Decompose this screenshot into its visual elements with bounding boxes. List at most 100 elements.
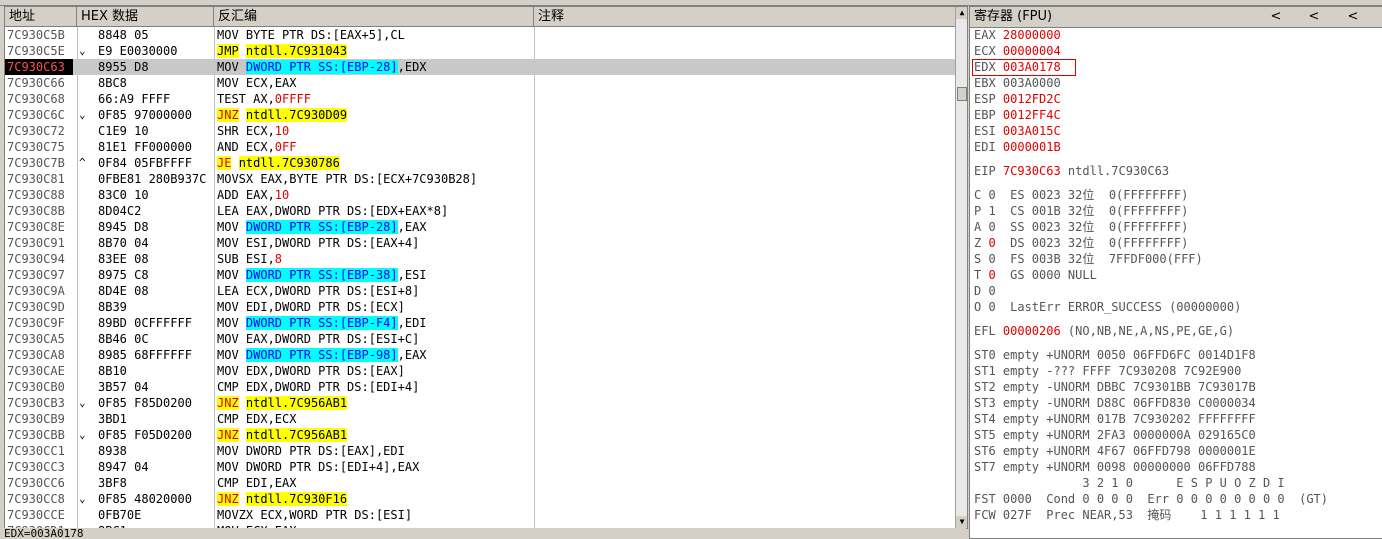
nav-left-icon[interactable]: < [1344,7,1362,27]
disasm-row[interactable]: 7C930C5E ⌄ E9 E0030000 JMP ntdll.7C931043 [5,43,955,59]
fpu-register[interactable]: ST1 empty -??? FFFF 7C930208 7C92E900 [974,363,1241,379]
segment-info: LastErr ERROR_SUCCESS (00000000) [995,300,1242,314]
fpu-status-word[interactable]: FST 0000 Cond 0 0 0 0 Err 0 0 0 0 0 0 0 … [974,491,1328,507]
instruction-text: MOV BYTE PTR DS:[EAX+5],CL [217,28,405,42]
disasm-row[interactable]: 7C930CA5 8B46 0C MOV EAX,DWORD PTR DS:[ESI… [5,331,955,347]
disasm-row[interactable]: 7C930C7B ^ 0F84 05FBFFFF JE ntdll.7C930786 [5,155,955,171]
register-ebx[interactable]: EBX 003A0000 [974,75,1061,91]
disasm-row[interactable]: 7C930C5B 8848 05 MOV BYTE PTR DS:[EAX+5],C… [5,27,955,43]
column-header-address[interactable]: 地址 [5,7,77,27]
efl-flags: (NO,NB,NE,A,NS,PE,GE,G) [1060,324,1235,338]
row-hex-bytes: 3BD1 [98,412,127,426]
instruction-text: ,EAX [397,348,427,362]
register-eip[interactable]: EIP 7C930C63 ntdll.7C930C63 [974,163,1169,179]
disasm-row[interactable]: 7C930C9D 8B39 MOV EDI,DWORD PTR DS:[ECX] [5,299,955,315]
row-address: 7C930C7B [7,156,65,170]
row-address: 7C930CC8 [7,492,65,506]
disasm-row[interactable]: 7C930C81 0FBE81 280B937C MOVSX EAX,BYTE PT… [5,171,955,187]
register-edx[interactable]: EDX 003A0178 [972,59,1076,76]
disasm-row[interactable]: 7C930CB9 3BD1 CMP EDX,ECX [5,411,955,427]
disasm-row[interactable]: 7C930C8B 8D04C2 LEA EAX,DWORD PTR DS:[EDX+… [5,203,955,219]
registers-pane[interactable]: 寄存器 (FPU) < < < EAX 28000000 ECX 00000004… [969,6,1382,539]
disasm-row[interactable]: 7C930C72 C1E9 10 SHR ECX,10 [5,123,955,139]
disasm-row[interactable]: 7C930CC6 3BF8 CMP EDI,EAX [5,475,955,491]
immediate-value: 10 [274,188,290,202]
flag-row[interactable]: A 0 SS 0023 32位 0(FFFFFFFF) [974,219,1188,235]
immediate-value: 8 [274,252,283,266]
register-ecx[interactable]: ECX 00000004 [974,43,1061,59]
disasm-row[interactable]: 7C930CC8 ⌄ 0F85 48020000 JNZ ntdll.7C930F16 [5,491,955,507]
scroll-down-icon[interactable]: ▼ [956,516,967,528]
disasm-row[interactable]: 7C930C8E 8945 D8 MOV DWORD PTR SS:[EBP-28]… [5,219,955,235]
disasm-row[interactable]: 7C930C9A 8D4E 08 LEA ECX,DWORD PTR DS:[ESI… [5,283,955,299]
column-header-hex[interactable]: HEX 数据 [77,7,214,27]
row-instruction: MOV ECX,EAX [217,75,296,91]
register-efl[interactable]: EFL 00000206 (NO,NB,NE,A,NS,PE,GE,G) [974,323,1234,339]
fpu-register[interactable]: ST7 empty +UNORM 0098 00000000 06FFD788 [974,459,1256,475]
row-instruction: MOV DWORD PTR SS:[EBP-98],EAX [217,347,427,363]
row-instruction: MOV EDX,DWORD PTR DS:[EAX] [217,363,405,379]
fpu-text: ST4 empty +UNORM 017B 7C930202 FFFFFFFF [974,412,1256,426]
flag-row[interactable]: Z 0 DS 0023 32位 0(FFFFFFFF) [974,235,1188,251]
jump-opcode: JNZ [217,396,239,410]
register-ebp[interactable]: EBP 0012FF4C [974,107,1061,123]
fpu-text: FCW 027F Prec NEAR,53 掩码 1 1 1 1 1 1 [974,508,1280,522]
eip-symbol: ntdll.7C930C63 [1060,164,1170,178]
fpu-control-word[interactable]: FCW 027F Prec NEAR,53 掩码 1 1 1 1 1 1 [974,507,1280,523]
fpu-register[interactable]: ST4 empty +UNORM 017B 7C930202 FFFFFFFF [974,411,1256,427]
row-hex-bytes: 3B57 04 [98,380,149,394]
disasm-row[interactable]: 7C930C9F 89BD 0CFFFFFF MOV DWORD PTR SS:[E… [5,315,955,331]
row-hex-bytes: 8B39 [98,300,127,314]
disasm-row[interactable]: 7C930C6C ⌄ 0F85 97000000 JNZ ntdll.7C930D09 [5,107,955,123]
flag-row[interactable]: T 0 GS 0000 NULL [974,267,1097,283]
disasm-row[interactable]: 7C930C91 8B70 04 MOV ESI,DWORD PTR DS:[EAX… [5,235,955,251]
nav-left-icon[interactable]: < [1305,7,1323,27]
row-hex-bytes: 8955 D8 [98,60,149,74]
disasm-row[interactable]: 7C930CB0 3B57 04 CMP EDX,DWORD PTR DS:[EDI… [5,379,955,395]
disasm-row[interactable]: 7C930C68 66:A9 FFFF TEST AX,0FFFF [5,91,955,107]
instruction-text: SHR ECX, [217,124,275,138]
register-edi[interactable]: EDI 0000001B [974,139,1061,155]
instruction-text: MOV DWORD PTR DS:[EDI+4],EAX [217,460,420,474]
flag-row[interactable]: O 0 LastErr ERROR_SUCCESS (00000000) [974,299,1241,315]
instruction-text [239,44,246,58]
disasm-row[interactable]: 7C930CC1 8938 MOV DWORD PTR DS:[EAX],EDI [5,443,955,459]
disasm-row[interactable]: 7C930CCE 0FB70E MOVZX ECX,WORD PTR DS:[ESI… [5,507,955,523]
vertical-scrollbar[interactable]: ▲ ▼ [955,7,967,528]
row-hex-bytes: C1E9 10 [98,124,149,138]
fpu-register[interactable]: ST0 empty +UNORM 0050 06FFD6FC 0014D1F8 [974,347,1256,363]
disasm-row[interactable]: 7C930CBB ⌄ 0F85 F05D0200 JNZ ntdll.7C956AB1 [5,427,955,443]
disasm-row[interactable]: 7C930C66 8BC8 MOV ECX,EAX [5,75,955,91]
column-header-comment[interactable]: 注释 [534,7,956,27]
fpu-register[interactable]: ST2 empty -UNORM DBBC 7C9301BB 7C93017B [974,379,1256,395]
disasm-row[interactable]: 7C930C88 83C0 10 ADD EAX,10 [5,187,955,203]
disasm-row[interactable]: 7C930C97 8975 C8 MOV DWORD PTR SS:[EBP-38]… [5,267,955,283]
disassembly-pane[interactable]: 地址 HEX 数据 反汇编 注释 7C930C5B 8848 05 MOV BYTE… [4,6,968,529]
column-header-disassembly[interactable]: 反汇编 [214,7,534,27]
disasm-row[interactable]: 7C930CB3 ⌄ 0F85 F85D0200 JNZ ntdll.7C956AB1 [5,395,955,411]
fpu-register[interactable]: ST6 empty +UNORM 4F67 06FFD798 0000001E [974,443,1256,459]
register-esp[interactable]: ESP 0012FD2C [974,91,1061,107]
nav-left-icon[interactable]: < [1267,7,1285,27]
row-hex-bytes: 8947 04 [98,460,149,474]
flag-row[interactable]: P 1 CS 001B 32位 0(FFFFFFFF) [974,203,1188,219]
scroll-up-icon[interactable]: ▲ [956,7,967,19]
flag-row[interactable]: S 0 FS 003B 32位 7FFDF000(FFF) [974,251,1203,267]
flag-row[interactable]: D 0 [974,283,996,299]
stack-operand: DWORD PTR SS:[EBP-38] [245,268,398,282]
register-esi[interactable]: ESI 003A015C [974,123,1061,139]
disasm-row[interactable]: 7C930C94 83EE 08 SUB ESI,8 [5,251,955,267]
fpu-status-header[interactable]: 3 2 1 0 E S P U O Z D I [974,475,1284,491]
fpu-register[interactable]: ST3 empty -UNORM D88C 06FFD830 C0000034 [974,395,1256,411]
fpu-register[interactable]: ST5 empty +UNORM 2FA3 0000000A 029165C0 [974,427,1256,443]
row-hex-bytes: 0FBE81 280B937C [98,172,207,186]
register-eax[interactable]: EAX 28000000 [974,27,1061,43]
disasm-row[interactable]: 7C930CC3 8947 04 MOV DWORD PTR DS:[EDI+4],… [5,459,955,475]
disasm-row[interactable]: 7C930CA8 8985 68FFFFFF MOV DWORD PTR SS:[E… [5,347,955,363]
disasm-row[interactable]: 7C930C63 8955 D8 MOV DWORD PTR SS:[EBP-28]… [5,59,955,75]
flag-row[interactable]: C 0 ES 0023 32位 0(FFFFFFFF) [974,187,1188,203]
disasm-row[interactable]: 7C930C75 81E1 FF000000 AND ECX,0FF [5,139,955,155]
row-instruction: MOV BYTE PTR DS:[EAX+5],CL [217,27,405,43]
scroll-thumb[interactable] [957,87,967,101]
disasm-row[interactable]: 7C930CAE 8B10 MOV EDX,DWORD PTR DS:[EAX] [5,363,955,379]
